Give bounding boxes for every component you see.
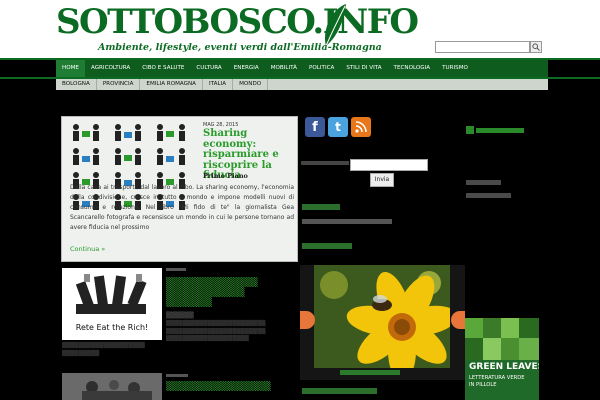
flower-bee-image[interactable]: [314, 265, 450, 368]
post-thumbnail[interactable]: Rete Eat the Rich!: [62, 268, 162, 340]
site-logo[interactable]: SOTTOBOSCO.INFO: [56, 2, 419, 42]
search-icon: [532, 43, 540, 51]
post-date: [166, 268, 186, 271]
post-title[interactable]: ▒▒▒▒▒▒▒▒▒▒▒▒▒▒▒▒: [166, 382, 296, 392]
chevron-right-icon[interactable]: [451, 311, 465, 329]
banner-title: GREEN LEAVES: [469, 362, 539, 372]
widget-heading: [466, 180, 501, 185]
subnav-item-italia[interactable]: ITALIA: [203, 79, 234, 90]
post-thumbnail-caption: Rete Eat the Rich!: [76, 323, 149, 332]
sub-navigation: BOLOGNA PROVINCIA EMILIA ROMAGNA ITALIA …: [56, 79, 548, 90]
book-covers-mosaic: [465, 318, 539, 360]
nav-item-cibo-e-salute[interactable]: CIBO E SALUTE: [136, 60, 190, 77]
newsletter-submit-button[interactable]: Invia: [370, 173, 394, 187]
widget-heading: [302, 388, 377, 394]
featured-post: MAG 28, 2015 Sharing economy: risparmiar…: [61, 116, 298, 262]
site-header: SOTTOBOSCO.INFO Ambiente, lifestyle, eve…: [0, 0, 600, 58]
search-button[interactable]: [530, 41, 542, 53]
post-thumbnail[interactable]: [62, 373, 162, 400]
widget-heading: [302, 243, 352, 249]
nav-item-tecnologia[interactable]: TECNOLOGIA: [388, 60, 437, 77]
slider-caption[interactable]: [340, 370, 400, 375]
newsletter-label: [301, 161, 349, 165]
protest-fists-image: Rete Eat the Rich!: [76, 274, 149, 332]
post-category[interactable]: Primo Piano: [203, 172, 248, 180]
newsletter-email-field[interactable]: [350, 159, 428, 171]
banner-subtitle: IN PILLOLE: [469, 382, 497, 388]
post-category[interactable]: ▒▒▒▒▒▒: [166, 312, 194, 319]
main-navigation: HOME AGRICOLTURA CIBO E SALUTE CULTURA E…: [56, 60, 548, 77]
post-excerpt-continued: ▒▒▒▒▒▒▒▒▒▒▒▒▒▒▒▒▒▒▒▒ ▒▒▒▒▒▒▒▒▒: [62, 343, 145, 357]
nav-item-agricoltura[interactable]: AGRICOLTURA: [85, 60, 136, 77]
widget-link[interactable]: [466, 193, 511, 198]
nav-item-energia[interactable]: ENERGIA: [228, 60, 265, 77]
post-date: [166, 374, 188, 377]
twitter-icon[interactable]: t: [328, 117, 348, 137]
subnav-item-emilia-romagna[interactable]: EMILIA ROMAGNA: [140, 79, 203, 90]
facebook-icon[interactable]: f: [305, 117, 325, 137]
nav-item-home[interactable]: HOME: [56, 60, 85, 77]
search-input[interactable]: [435, 41, 530, 53]
subnav-item-provincia[interactable]: PROVINCIA: [97, 79, 141, 90]
post-title[interactable]: ▒▒▒▒▒▒▒▒▒▒▒▒▒▒ ▒▒▒▒▒▒▒▒▒▒▒▒ ▒▒▒▒▒▒▒: [166, 278, 294, 308]
green-leaves-banner[interactable]: GREEN LEAVES LETTERATURA VERDE IN PILLOL…: [465, 318, 539, 400]
post-excerpt: ▒▒▒▒▒▒▒▒▒▒▒▒▒▒▒▒▒▒▒▒▒▒▒▒ ▒▒▒▒▒▒▒▒▒▒▒▒▒▒▒▒…: [166, 321, 266, 342]
read-more-link[interactable]: Continua »: [70, 245, 105, 253]
nav-item-stili-di-vita[interactable]: STILI DI VITA: [340, 60, 387, 77]
widget-link[interactable]: [302, 219, 392, 224]
image-slider: [300, 265, 465, 380]
sponsor-logo[interactable]: [466, 124, 526, 136]
nav-item-politica[interactable]: POLITICA: [303, 60, 340, 77]
nav-item-turismo[interactable]: TURISMO: [436, 60, 474, 77]
chevron-left-icon[interactable]: [300, 311, 315, 329]
nav-item-mobilita[interactable]: MOBILITÀ: [265, 60, 303, 77]
banner-subtitle: LETTERATURA VERDE: [469, 375, 525, 381]
subnav-item-bologna[interactable]: BOLOGNA: [56, 79, 97, 90]
crowd-image: [82, 380, 152, 400]
widget-heading: [302, 204, 340, 210]
nav-item-cultura[interactable]: CULTURA: [190, 60, 227, 77]
subnav-item-mondo[interactable]: MONDO: [233, 79, 269, 90]
site-tagline: Ambiente, lifestyle, eventi verdi dall'E…: [98, 42, 382, 53]
post-excerpt: Dalla casa ai trasporti, dal lavoro al c…: [70, 184, 294, 231]
rss-icon[interactable]: [351, 117, 371, 137]
